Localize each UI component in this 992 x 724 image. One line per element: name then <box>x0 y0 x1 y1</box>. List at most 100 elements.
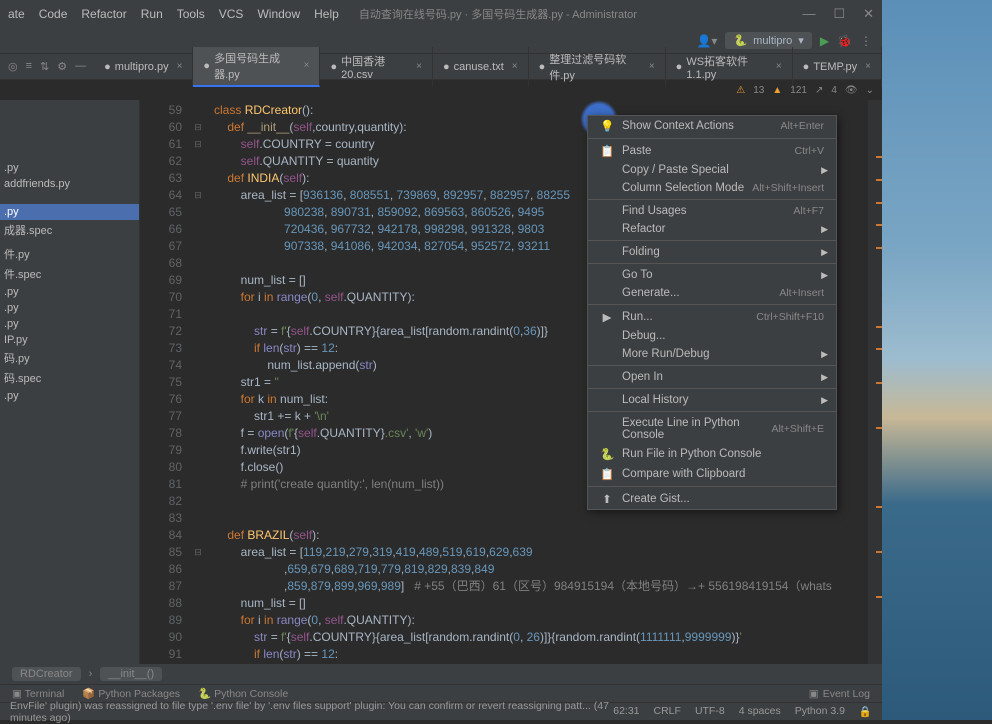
line-ending[interactable]: CRLF <box>654 705 681 718</box>
context-menu-item[interactable]: ▶Run...Ctrl+Shift+F10 <box>588 307 836 327</box>
menu-item-label: Run File in Python Console <box>622 448 824 460</box>
close-tab-icon[interactable]: × <box>177 61 183 72</box>
desktop-background <box>882 0 992 720</box>
gear-icon[interactable]: ⚙ <box>57 60 67 73</box>
packages-tab[interactable]: 📦 Python Packages <box>82 687 180 700</box>
editor-tab[interactable]: ●canuse.txt× <box>433 47 529 87</box>
encoding[interactable]: UTF-8 <box>695 705 725 718</box>
menu-item-label: Refactor <box>622 223 824 235</box>
project-file-item[interactable]: 码.py <box>0 348 139 368</box>
file-icon: ● <box>104 61 111 73</box>
menu-help[interactable]: Help <box>314 7 339 21</box>
context-menu-item[interactable]: Generate...Alt+Insert <box>588 284 836 302</box>
context-menu-item[interactable]: ⬆Create Gist... <box>588 489 836 509</box>
debug-icon[interactable]: 🐞 <box>837 34 852 48</box>
close-tab-icon[interactable]: × <box>649 61 655 72</box>
menu-item-shortcut: Ctrl+Shift+F10 <box>756 311 824 323</box>
editor-tab[interactable]: ●整理过滤号码软件.py× <box>529 47 666 87</box>
editor-tab[interactable]: ●TEMP.py× <box>793 47 882 87</box>
close-tab-icon[interactable]: × <box>304 60 310 71</box>
close-tab-icon[interactable]: × <box>416 61 422 72</box>
context-menu-item[interactable]: Find UsagesAlt+F7 <box>588 202 836 220</box>
context-menu-item[interactable]: Column Selection ModeAlt+Shift+Insert <box>588 179 836 197</box>
project-file-item[interactable]: 件.py <box>0 244 139 264</box>
more-run-icon[interactable]: ⋮ <box>860 34 872 48</box>
context-menu-item[interactable]: Go To▶ <box>588 266 836 284</box>
hide-icon[interactable]: — <box>75 60 86 73</box>
context-menu-item[interactable]: Local History▶ <box>588 391 836 409</box>
project-file-item[interactable]: 成器.spec <box>0 220 139 240</box>
project-file-item[interactable]: addfriends.py <box>0 176 139 192</box>
close-tab-icon[interactable]: × <box>512 61 518 72</box>
project-file-item[interactable]: .py <box>0 204 139 220</box>
context-menu-item[interactable]: More Run/Debug▶ <box>588 345 836 363</box>
file-icon: ● <box>203 60 210 72</box>
context-menu-item[interactable]: Folding▶ <box>588 243 836 261</box>
eye-icon[interactable]: 👁 <box>845 85 858 96</box>
close-tab-icon[interactable]: × <box>776 61 782 72</box>
editor-tab[interactable]: ●中国香港20.csv× <box>320 47 433 87</box>
menu-item-icon: ⬆ <box>600 492 614 506</box>
project-panel[interactable]: .pyaddfriends.py.py成器.spec件.py件.spec.py.… <box>0 100 140 664</box>
target-icon[interactable]: ◎ <box>8 60 18 73</box>
expand-icon[interactable]: ≡ <box>26 60 32 73</box>
minimap[interactable] <box>868 100 882 664</box>
context-menu-item[interactable]: Refactor▶ <box>588 220 836 238</box>
terminal-tab[interactable]: ▣ Terminal <box>12 688 64 700</box>
submenu-arrow-icon: ▶ <box>821 372 828 383</box>
run-icon[interactable]: ▶ <box>820 34 829 48</box>
chevron-icon[interactable]: ⌄ <box>866 85 874 96</box>
project-file-item[interactable]: IP.py <box>0 332 139 348</box>
error-icon[interactable]: ▲ <box>772 85 782 96</box>
arrow-icon[interactable]: ↗ <box>815 85 823 96</box>
context-menu-item[interactable]: 📋PasteCtrl+V <box>588 141 836 161</box>
project-file-item[interactable]: .py <box>0 316 139 332</box>
breadcrumb-class[interactable]: RDCreator <box>12 667 81 681</box>
project-file-item[interactable]: 码.spec <box>0 368 139 388</box>
interpreter[interactable]: Python 3.9 <box>795 705 845 718</box>
menu-run[interactable]: Run <box>141 7 163 21</box>
context-menu-item[interactable]: 📋Compare with Clipboard <box>588 464 836 484</box>
context-menu-item[interactable]: Debug... <box>588 327 836 345</box>
console-tab[interactable]: 🐍 Python Console <box>198 687 288 700</box>
menu-item-label: Run... <box>622 311 748 323</box>
editor-tab[interactable]: ●多国号码生成器.py× <box>193 47 320 87</box>
project-file-item[interactable]: .py <box>0 160 139 176</box>
editor-tab[interactable]: ●WS拓客软件1.1.py× <box>666 47 793 87</box>
warning-icon[interactable]: ⚠ <box>736 85 745 96</box>
breadcrumb-method[interactable]: __init__() <box>100 667 162 681</box>
maximize-icon[interactable]: ☐ <box>833 6 845 22</box>
minimize-icon[interactable]: — <box>802 6 815 22</box>
context-menu-item[interactable]: 💡Show Context ActionsAlt+Enter <box>588 116 836 136</box>
submenu-arrow-icon: ▶ <box>821 165 828 176</box>
context-menu-item[interactable]: 🐍Run File in Python Console <box>588 444 836 464</box>
fold-strip[interactable]: ⊟⊟⊟⊟ <box>190 100 206 664</box>
menu-code[interactable]: Code <box>39 7 68 21</box>
add-user-icon[interactable]: 👤▾ <box>696 34 717 48</box>
context-menu-item[interactable]: Copy / Paste Special▶ <box>588 161 836 179</box>
project-file-item[interactable]: .py <box>0 388 139 404</box>
project-file-item[interactable]: 件.spec <box>0 264 139 284</box>
context-menu-item[interactable]: Open In▶ <box>588 368 836 386</box>
menu-item-label: Open In <box>622 371 824 383</box>
arrow-count: 4 <box>831 85 837 96</box>
menu-tools[interactable]: Tools <box>177 7 205 21</box>
menu-vcs[interactable]: VCS <box>219 7 244 21</box>
project-file-item[interactable]: .py <box>0 284 139 300</box>
menu-window[interactable]: Window <box>257 7 300 21</box>
event-log[interactable]: ▣ Event Log <box>809 688 870 700</box>
close-tab-icon[interactable]: × <box>865 61 871 72</box>
project-file-item[interactable]: .py <box>0 300 139 316</box>
close-icon[interactable]: ✕ <box>863 6 874 22</box>
tab-label: 中国香港20.csv <box>341 53 408 81</box>
indent[interactable]: 4 spaces <box>739 705 781 718</box>
collapse-icon[interactable]: ⇅ <box>40 60 49 73</box>
context-menu-item[interactable]: Execute Line in Python ConsoleAlt+Shift+… <box>588 414 836 444</box>
chevron-down-icon: ▾ <box>798 34 804 47</box>
editor-tab[interactable]: ●multipro.py× <box>94 47 193 87</box>
menu-refactor[interactable]: Refactor <box>81 7 126 21</box>
menu-navigate[interactable]: ate <box>8 7 25 21</box>
tab-label: canuse.txt <box>454 61 504 73</box>
lock-icon[interactable]: 🔒 <box>859 705 872 718</box>
menu-item-icon: 📋 <box>600 144 614 158</box>
